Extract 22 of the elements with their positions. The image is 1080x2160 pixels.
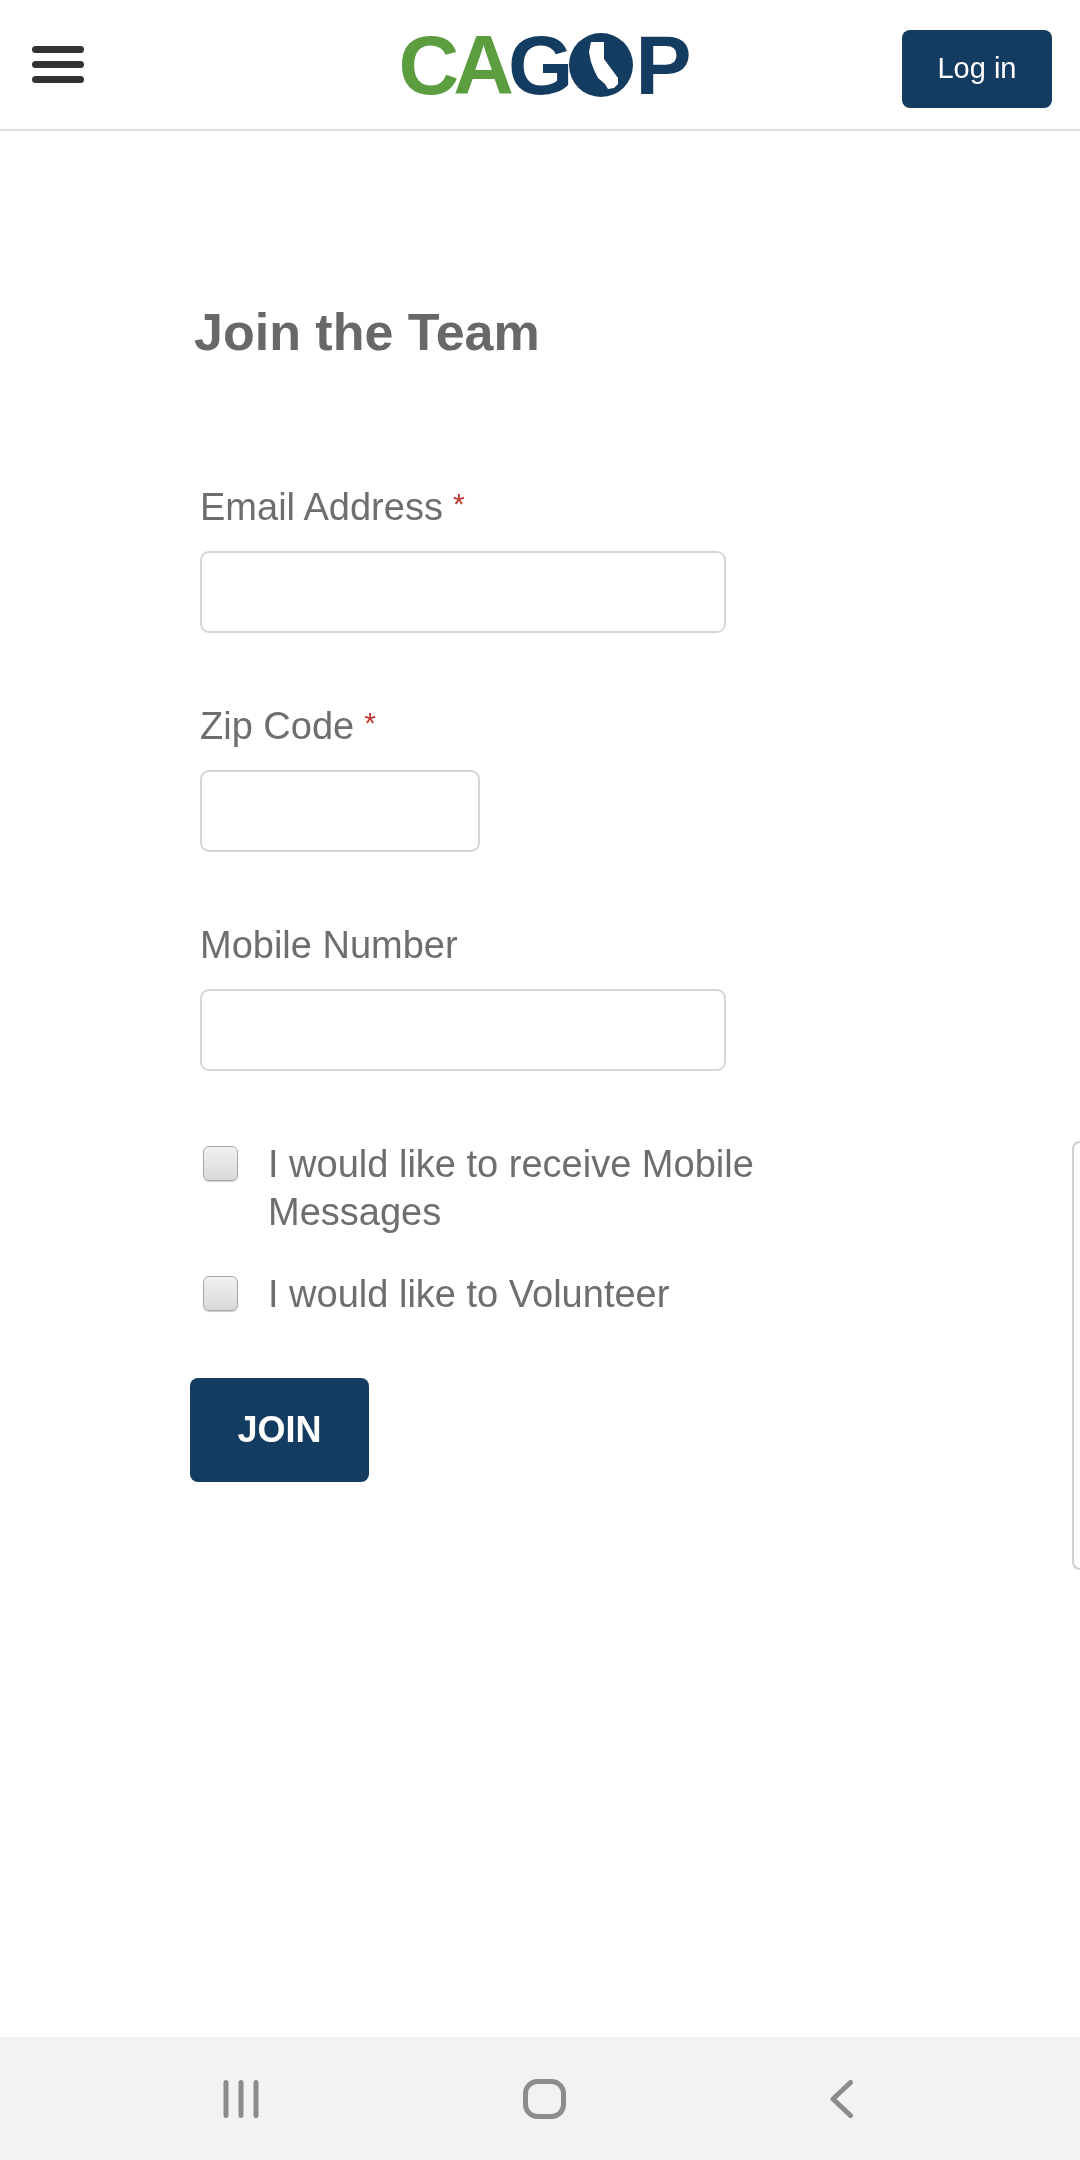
home-icon[interactable] bbox=[523, 2078, 566, 2119]
form-title: Join the Team bbox=[194, 302, 540, 363]
map-emblem-icon[interactable] bbox=[569, 32, 634, 97]
required-mark: * bbox=[452, 486, 465, 522]
logo-text[interactable]: G bbox=[507, 22, 568, 107]
checkbox-label: I would like to receive Mobile Messages bbox=[268, 1142, 755, 1235]
checkbox-label: I would like to Volunteer bbox=[268, 1272, 671, 1317]
required-mark: * bbox=[364, 705, 376, 741]
field-label: Mobile Number bbox=[200, 923, 458, 968]
back-icon[interactable] bbox=[830, 2079, 853, 2118]
recent-apps-icon[interactable] bbox=[223, 2079, 259, 2118]
checkbox[interactable] bbox=[203, 1276, 238, 1311]
field-label: Zip Code bbox=[200, 704, 355, 749]
input-field[interactable] bbox=[200, 551, 726, 633]
login-button[interactable]: Log in bbox=[902, 29, 1052, 108]
checkbox[interactable] bbox=[203, 1146, 238, 1181]
menu-icon[interactable] bbox=[32, 46, 84, 83]
field-label: Email Address bbox=[200, 485, 443, 530]
input-field[interactable] bbox=[200, 989, 726, 1071]
join-button[interactable]: JOIN bbox=[190, 1378, 369, 1482]
input-field[interactable] bbox=[200, 770, 480, 852]
logo-text[interactable]: P bbox=[635, 22, 686, 107]
